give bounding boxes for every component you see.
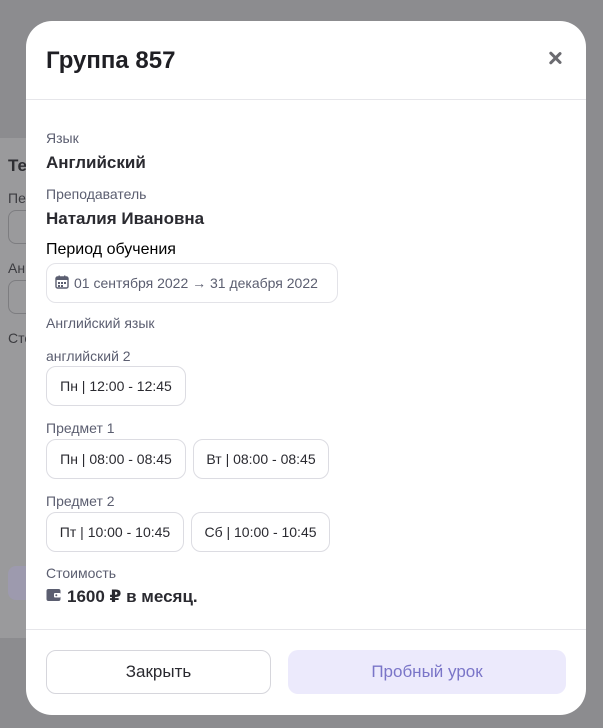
background-label: Ан (8, 260, 26, 276)
trial-lesson-button[interactable]: Пробный урок (288, 650, 566, 694)
teacher-value: Наталия Ивановна (46, 209, 205, 228)
schedule-slot: Пн | 12:00 - 12:45 (46, 366, 186, 406)
cost-row: 1600 ₽ в месяц. (46, 587, 198, 607)
calendar-icon (55, 275, 69, 292)
language-value: Английский (46, 153, 146, 172)
schedule-slot: Вт | 08:00 - 08:45 (193, 439, 329, 479)
subject-name: Предмет 2 (46, 493, 115, 509)
modal-title: Группа 857 (46, 47, 176, 74)
close-icon[interactable] (544, 48, 566, 70)
background-label: Пе (8, 190, 26, 206)
schedule-slot: Пн | 08:00 - 08:45 (46, 439, 186, 479)
schedule-slot: Сб | 10:00 - 10:45 (191, 512, 330, 552)
modal-header: Группа 857 (26, 21, 586, 100)
period-chip: 01 сентября 2022 → 31 декабря 2022 (46, 263, 338, 303)
close-button[interactable]: Закрыть (46, 650, 271, 694)
language-label: Язык (46, 130, 79, 146)
period-text: 01 сентября 2022 → 31 декабря 2022 (74, 275, 318, 291)
group-modal: Группа 857 Язык Английский Преподаватель… (26, 21, 586, 715)
cost-label: Стоимость (46, 565, 117, 581)
cost-value: 1600 ₽ в месяц. (67, 587, 198, 606)
section-title: Английский язык (46, 315, 155, 331)
subject-name: Предмет 1 (46, 420, 115, 436)
teacher-label: Преподаватель (46, 186, 147, 202)
modal-footer: Закрыть Пробный урок (26, 629, 586, 715)
teacher-block: Преподаватель Наталия Ивановна (46, 185, 204, 230)
subject-name: английский 2 (46, 348, 131, 364)
period-label: Период обучения (46, 241, 176, 258)
wallet-icon (46, 588, 61, 607)
background-title: Те (8, 156, 27, 175)
language-block: Язык Английский (46, 129, 146, 174)
schedule-slot: Пт | 10:00 - 10:45 (46, 512, 184, 552)
